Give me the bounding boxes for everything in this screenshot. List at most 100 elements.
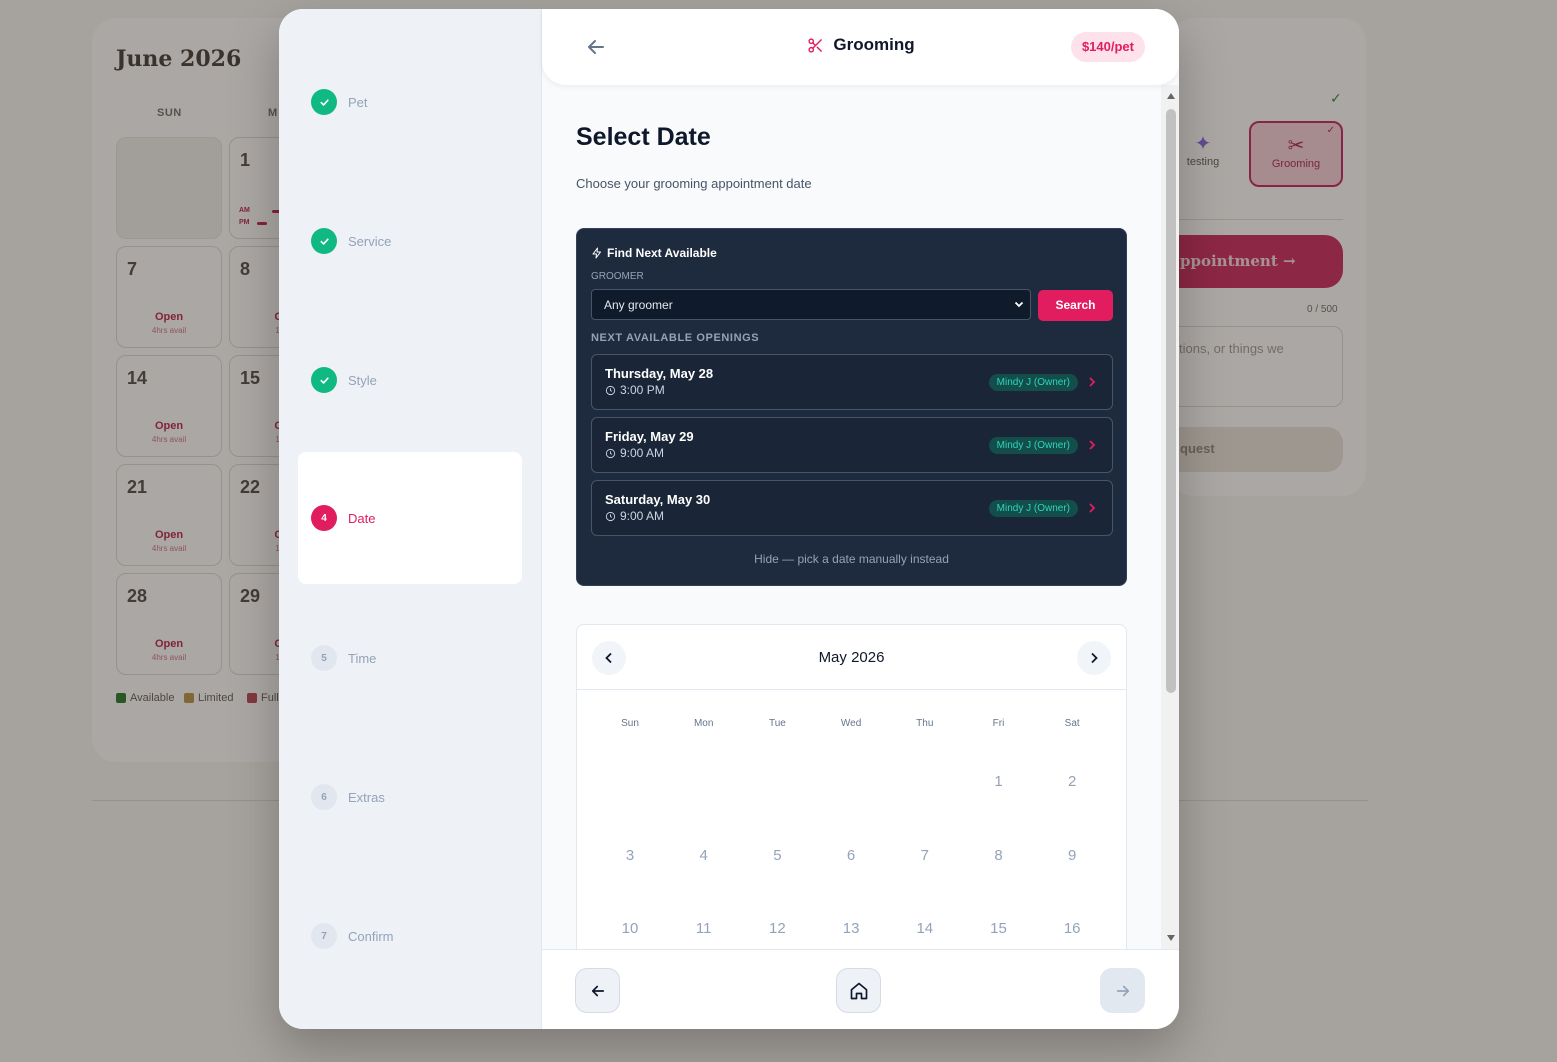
groomer-badge: Mindy J (Owner) — [988, 374, 1078, 391]
lightning-icon — [592, 247, 601, 259]
calendar-day[interactable]: 16 — [1035, 920, 1109, 937]
clock-icon — [605, 448, 616, 458]
scrollbar-thumb[interactable] — [1166, 109, 1176, 693]
slot-time-text: 9:00 AM — [620, 446, 665, 460]
chevron-right-icon — [1091, 652, 1098, 664]
calendar-day[interactable]: 1 — [962, 773, 1036, 790]
find-next-available-panel: Find Next Available GROOMER Any groomer … — [576, 228, 1127, 586]
scroll-up-arrow-icon[interactable] — [1167, 93, 1175, 99]
step-confirm[interactable]: 7 Confirm — [298, 870, 522, 1002]
slot-time: 9:00 AM — [605, 509, 664, 523]
step-label: Service — [348, 233, 392, 249]
header-title-text: Grooming — [833, 35, 915, 54]
hide-find-next-link[interactable]: Hide — pick a date manually instead — [577, 552, 1126, 566]
calendar-day[interactable]: 7 — [888, 847, 962, 864]
check-circle-icon — [311, 89, 337, 115]
step-extras[interactable]: 6 Extras — [298, 731, 522, 863]
scroll-area[interactable]: Select Date Choose your grooming appoint… — [542, 85, 1179, 949]
footer-back-button[interactable] — [575, 968, 620, 1013]
available-slot[interactable]: Saturday, May 30 9:00 AM Mindy J (Owner) — [591, 480, 1113, 536]
calendar-day[interactable]: 5 — [740, 847, 814, 864]
find-next-available-label: Find Next Available — [607, 246, 717, 260]
calendar-weekday-label: Sun — [621, 718, 639, 729]
slot-day: Friday, May 29 — [605, 429, 694, 444]
slot-day: Saturday, May 30 — [605, 492, 711, 507]
step-number: 7 — [311, 923, 337, 949]
calendar-day[interactable]: 3 — [593, 847, 667, 864]
price-badge: $140/pet — [1070, 32, 1145, 62]
page-title: Select Date — [576, 123, 711, 151]
step-sidebar: Pet Service Style 4 Date 5 Time 6 Extras 7 Confirm — [279, 9, 541, 1029]
step-content: Select Date Choose your grooming appoint… — [541, 9, 1179, 1029]
slot-time-text: 3:00 PM — [620, 383, 665, 397]
groomer-select-value: Any groomer — [604, 298, 673, 312]
groomer-label: GROOMER — [591, 271, 644, 282]
calendar-day[interactable]: 9 — [1035, 847, 1109, 864]
booking-modal: Pet Service Style 4 Date 5 Time 6 Extras 7 Confirm… — [279, 9, 1179, 1029]
calendar-day[interactable]: 12 — [740, 920, 814, 937]
calendar-weekday-label: Thu — [916, 718, 934, 729]
step-number: 5 — [311, 645, 337, 671]
groomer-badge: Mindy J (Owner) — [988, 437, 1078, 454]
calendar-header: May 2026 — [577, 625, 1126, 690]
chevron-right-icon — [1088, 501, 1096, 513]
step-label: Pet — [348, 94, 368, 110]
next-openings-label: NEXT AVAILABLE OPENINGS — [591, 332, 760, 344]
step-service[interactable]: Service — [298, 175, 522, 307]
calendar-day[interactable]: 8 — [962, 847, 1036, 864]
calendar-weekday-label: Mon — [693, 718, 714, 729]
step-label: Extras — [348, 789, 385, 805]
calendar-month-label: May 2026 — [818, 649, 885, 666]
calendar-day[interactable]: 4 — [667, 847, 741, 864]
modal-footer — [542, 949, 1179, 1029]
calendar-day[interactable]: 15 — [962, 920, 1036, 937]
check-circle-icon — [311, 367, 337, 393]
modal-header: Grooming $140/pet — [542, 9, 1179, 85]
calendar-day[interactable]: 11 — [667, 920, 741, 937]
slot-time: 9:00 AM — [605, 446, 664, 460]
home-icon — [850, 982, 867, 999]
footer-next-button[interactable] — [1100, 968, 1145, 1013]
chevron-right-icon — [1088, 375, 1096, 387]
scrollbar[interactable] — [1161, 85, 1179, 949]
slot-day: Thursday, May 28 — [605, 366, 714, 381]
clock-icon — [605, 511, 616, 521]
groomer-select[interactable]: Any groomer — [591, 289, 1031, 320]
arrow-right-icon — [1116, 985, 1129, 996]
calendar-weekday-label: Wed — [840, 718, 862, 729]
next-month-button[interactable] — [1077, 641, 1111, 675]
home-button[interactable] — [836, 968, 881, 1013]
step-label: Time — [348, 650, 377, 666]
clock-icon — [605, 385, 616, 395]
date-calendar: May 2026 Sun Mon Tue Wed Thu Fri Sat 1 2 3 4 5 6 7 8 9 1… — [576, 624, 1127, 949]
calendar-day[interactable]: 10 — [593, 920, 667, 937]
step-pet[interactable]: Pet — [298, 36, 522, 168]
step-time[interactable]: 5 Time — [298, 592, 522, 724]
page-subtitle: Choose your grooming appointment date — [576, 176, 812, 191]
available-slot[interactable]: Thursday, May 28 3:00 PM Mindy J (Owner) — [591, 354, 1113, 410]
calendar-weekday-label: Fri — [992, 718, 1005, 729]
scissors-icon — [808, 37, 823, 53]
calendar-day[interactable]: 14 — [888, 920, 962, 937]
scroll-down-arrow-icon[interactable] — [1167, 935, 1175, 941]
step-date[interactable]: 4 Date — [298, 452, 522, 584]
step-label: Style — [348, 372, 377, 388]
step-label: Confirm — [348, 928, 394, 944]
calendar-day[interactable]: 2 — [1035, 773, 1109, 790]
chevron-right-icon — [1088, 438, 1096, 450]
calendar-day[interactable]: 13 — [814, 920, 888, 937]
step-number: 4 — [311, 505, 337, 531]
slot-time-text: 9:00 AM — [620, 509, 665, 523]
step-style[interactable]: Style — [298, 314, 522, 446]
step-number: 6 — [311, 784, 337, 810]
calendar-weekday-label: Sat — [1064, 718, 1080, 729]
calendar-day[interactable]: 6 — [814, 847, 888, 864]
calendar-weekday-label: Tue — [768, 718, 786, 729]
slot-time: 3:00 PM — [605, 383, 665, 397]
check-circle-icon — [311, 228, 337, 254]
chevron-down-icon — [1014, 301, 1024, 308]
step-label: Date — [348, 510, 376, 526]
search-button[interactable]: Search — [1038, 290, 1113, 321]
arrow-left-icon — [591, 985, 604, 996]
available-slot[interactable]: Friday, May 29 9:00 AM Mindy J (Owner) — [591, 417, 1113, 473]
